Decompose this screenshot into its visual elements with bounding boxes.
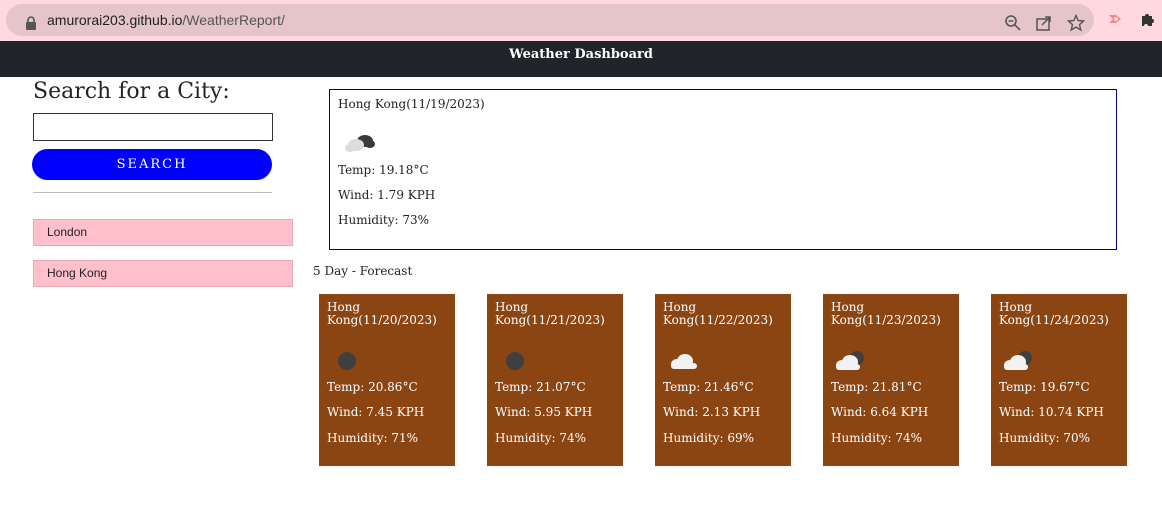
history-item-hong-kong[interactable]: Hong Kong: [33, 260, 293, 287]
url-text: amurorai203.github.io/WeatherReport/: [47, 12, 285, 28]
forecast-city-date: Hong Kong(11/22/2023): [663, 300, 773, 327]
share-icon[interactable]: [1035, 14, 1053, 32]
lock-icon: [26, 16, 36, 30]
divider: [33, 192, 272, 193]
clear-night-icon: [506, 352, 524, 370]
current-city-date: Hong Kong(11/19/2023): [338, 97, 485, 111]
history-item-london[interactable]: London: [33, 219, 293, 246]
forecast-city-date: Hong Kong(11/24/2023): [999, 300, 1109, 327]
forecast-card: Hong Kong(11/22/2023) Temp: 21.46°C Wind…: [655, 294, 791, 466]
forecast-temp: Temp: 21.07°C: [495, 380, 586, 394]
forecast-temp: Temp: 21.81°C: [831, 380, 922, 394]
page-title: Weather Dashboard: [509, 47, 653, 62]
forecast-humidity: Humidity: 70%: [999, 431, 1091, 445]
app-header: Weather Dashboard: [0, 41, 1162, 77]
forecast-humidity: Humidity: 69%: [663, 431, 755, 445]
search-heading: Search for a City:: [33, 79, 230, 104]
current-temp: Temp: 19.18°C: [338, 163, 429, 177]
forecast-humidity: Humidity: 74%: [831, 431, 923, 445]
url-path: /WeatherReport/: [182, 12, 285, 28]
forecast-temp: Temp: 20.86°C: [327, 380, 418, 394]
forecast-humidity: Humidity: 74%: [495, 431, 587, 445]
current-humidity: Humidity: 73%: [338, 213, 430, 227]
forecast-temp: Temp: 21.46°C: [663, 380, 754, 394]
night-clouds-icon: [836, 351, 864, 370]
address-bar[interactable]: amurorai203.github.io/WeatherReport/: [6, 4, 1094, 36]
bookmark-star-icon[interactable]: [1067, 14, 1085, 32]
url-host: amurorai203.github.io: [47, 12, 183, 28]
search-button[interactable]: SEARCH: [32, 149, 272, 180]
forecast-wind: Wind: 5.95 KPH: [495, 405, 593, 419]
forecast-card: Hong Kong(11/21/2023) Temp: 21.07°C Wind…: [487, 294, 623, 466]
zoom-icon[interactable]: [1004, 14, 1022, 32]
cloud-icon: [671, 354, 697, 369]
city-search-input[interactable]: [33, 113, 273, 141]
forecast-wind: Wind: 6.64 KPH: [831, 405, 929, 419]
forecast-city-date: Hong Kong(11/21/2023): [495, 300, 605, 327]
night-clouds-icon: [1004, 351, 1032, 370]
forecast-heading: 5 Day - Forecast: [313, 264, 413, 278]
forecast-wind: Wind: 10.74 KPH: [999, 405, 1104, 419]
forecast-wind: Wind: 7.45 KPH: [327, 405, 425, 419]
clear-night-icon: [338, 352, 356, 370]
forecast-wind: Wind: 2.13 KPH: [663, 405, 761, 419]
forecast-humidity: Humidity: 71%: [327, 431, 419, 445]
forecast-city-date: Hong Kong(11/20/2023): [327, 300, 437, 327]
forecast-card: Hong Kong(11/20/2023) Temp: 20.86°C Wind…: [319, 294, 455, 466]
forecast-temp: Temp: 19.67°C: [999, 380, 1090, 394]
forecast-card: Hong Kong(11/23/2023) Temp: 21.81°C Wind…: [823, 294, 959, 466]
current-weather-panel: Hong Kong(11/19/2023) Temp: 19.18°C Wind…: [329, 89, 1117, 250]
current-wind: Wind: 1.79 KPH: [338, 188, 436, 202]
broken-clouds-icon: [345, 135, 375, 152]
puzzle-extensions-icon[interactable]: [1139, 10, 1157, 28]
forecast-card: Hong Kong(11/24/2023) Temp: 19.67°C Wind…: [991, 294, 1127, 466]
forecast-city-date: Hong Kong(11/23/2023): [831, 300, 941, 327]
extension-icon[interactable]: [1106, 10, 1124, 28]
browser-toolbar: amurorai203.github.io/WeatherReport/: [0, 0, 1162, 41]
